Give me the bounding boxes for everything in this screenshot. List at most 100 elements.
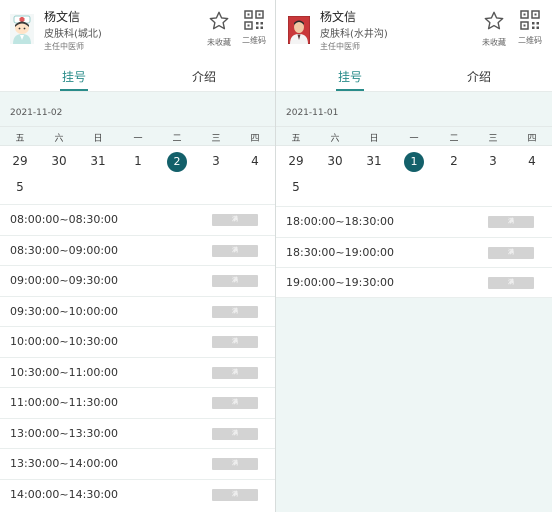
weekday-label: 二 [172, 134, 182, 144]
calendar-day[interactable]: 1 [118, 150, 158, 172]
doctor-title: 主任中医师 [320, 42, 360, 51]
slot-time: 10:00:00~10:30:00 [10, 335, 119, 348]
tab-register[interactable]: 挂号 [62, 68, 86, 85]
calendar-day[interactable]: 30 [315, 150, 355, 172]
selected-date: 2021-11-01 [276, 100, 552, 126]
full-button[interactable]: 满 [212, 366, 258, 379]
qrcode-icon [244, 10, 264, 30]
time-slot-row: 10:00:00~10:30:00 满 [0, 326, 275, 357]
qrcode-label: 二维码 [242, 36, 266, 45]
time-slot-row: 13:00:00~13:30:00 满 [0, 417, 275, 448]
full-button[interactable]: 满 [212, 458, 258, 470]
weekday-label: 四 [250, 134, 260, 144]
favorite-label: 未收藏 [482, 38, 506, 47]
slot-time: 09:00:00~09:30:00 [10, 274, 119, 287]
weekday-label: 一 [409, 134, 419, 144]
slot-time: 08:30:00~09:00:00 [10, 243, 119, 257]
weekday-label: 五 [15, 134, 25, 144]
slot-time: 13:30:00~14:00:00 [10, 457, 119, 470]
calendar-day[interactable]: 31 [78, 150, 118, 172]
slot-time: 10:30:00~11:00:00 [10, 365, 119, 379]
calendar-day[interactable]: 29 [0, 150, 40, 172]
full-button[interactable]: 满 [212, 336, 258, 348]
weekday-label: 五 [291, 134, 301, 144]
calendar-day[interactable]: 5 [0, 176, 40, 198]
schedule-panel-left: 杨文信 皮肤科(城北) 主任中医师 未收藏 二维码 挂号 介绍 2021-11-… [0, 0, 275, 512]
full-button[interactable]: 满 [488, 216, 534, 228]
weekday-label: 三 [488, 134, 498, 144]
doctor-department: 皮肤科(水井沟) [320, 29, 388, 40]
calendar: 五 六 日 一 二 三 四 29 30 31 1 2 3 4 5 [276, 126, 552, 206]
slot-time: 14:00:00~14:30:00 [10, 487, 119, 501]
calendar-day[interactable]: 5 [276, 176, 316, 198]
calendar-day[interactable]: 31 [354, 150, 394, 172]
calendar-day[interactable]: 29 [276, 150, 316, 172]
weekday-label: 日 [369, 134, 379, 144]
tab-intro[interactable]: 介绍 [467, 68, 491, 85]
calendar-day-selected[interactable]: 2 [157, 150, 197, 172]
weekday-label: 一 [133, 134, 143, 144]
tab-intro[interactable]: 介绍 [192, 68, 216, 85]
calendar-day[interactable]: 3 [473, 150, 513, 172]
tab-register[interactable]: 挂号 [338, 68, 362, 85]
weekday-label: 三 [211, 134, 221, 144]
doctor-title: 主任中医师 [44, 42, 84, 51]
calendar-day[interactable]: 3 [196, 150, 236, 172]
favorite-label: 未收藏 [207, 38, 231, 47]
time-slot-row: 18:30:00~19:00:00 满 [276, 236, 552, 267]
weekday-header: 五 六 日 一 二 三 四 [0, 126, 275, 146]
time-slot-row: 09:00:00~09:30:00 满 [0, 265, 275, 296]
full-button[interactable]: 满 [212, 214, 258, 226]
full-button[interactable]: 满 [212, 305, 258, 318]
selected-date: 2021-11-02 [0, 100, 275, 126]
calendar-day[interactable]: 2 [434, 150, 474, 172]
time-slot-row: 08:30:00~09:00:00 满 [0, 234, 275, 265]
weekday-label: 四 [527, 134, 537, 144]
weekday-header: 五 六 日 一 二 三 四 [276, 126, 552, 146]
calendar-day[interactable]: 4 [512, 150, 552, 172]
full-button[interactable]: 满 [488, 277, 534, 289]
doctor-department: 皮肤科(城北) [44, 29, 102, 40]
slot-time: 18:30:00~19:00:00 [286, 245, 395, 259]
tab-bar: 挂号 介绍 [276, 62, 552, 92]
slot-list: 18:00:00~18:30:00 满 18:30:00~19:00:00 满 19… [276, 206, 552, 298]
time-slot-row: 08:00:00~08:30:00 满 [0, 204, 275, 235]
calendar-day[interactable]: 4 [235, 150, 275, 172]
doctor-photo-icon [288, 16, 312, 46]
time-slot-row: 18:00:00~18:30:00 满 [276, 206, 552, 237]
calendar-day-selected[interactable]: 1 [394, 150, 434, 172]
slot-time: 19:00:00~19:30:00 [286, 276, 395, 289]
doctor-header: 杨文信 皮肤科(城北) 主任中医师 未收藏 二维码 [0, 0, 275, 62]
full-button[interactable]: 满 [212, 244, 258, 257]
qrcode-button[interactable]: 二维码 [238, 10, 270, 46]
calendar: 五 六 日 一 二 三 四 29 30 31 1 2 3 4 5 [0, 126, 275, 204]
time-slot-row: 19:00:00~19:30:00 满 [276, 267, 552, 298]
slot-list: 08:00:00~08:30:00 满 08:30:00~09:00:00 满 09… [0, 204, 275, 509]
time-slot-row: 14:00:00~14:30:00 满 [0, 478, 275, 509]
calendar-day[interactable]: 30 [39, 150, 79, 172]
full-button[interactable]: 满 [488, 246, 534, 259]
doctor-header: 杨文信 皮肤科(水井沟) 主任中医师 未收藏 二维码 [276, 0, 552, 62]
full-button[interactable]: 满 [212, 275, 258, 287]
weekday-label: 日 [93, 134, 103, 144]
time-slot-row: 09:30:00~10:00:00 满 [0, 295, 275, 326]
star-outline-icon [209, 11, 229, 30]
favorite-button[interactable]: 未收藏 [203, 10, 235, 48]
full-button[interactable]: 满 [212, 397, 258, 409]
slot-time: 18:00:00~18:30:00 [286, 215, 395, 228]
weekday-label: 六 [54, 134, 64, 144]
nurse-avatar-icon [10, 14, 34, 44]
qrcode-label: 二维码 [518, 36, 542, 45]
favorite-button[interactable]: 未收藏 [478, 10, 510, 48]
time-slot-row: 13:30:00~14:00:00 满 [0, 448, 275, 479]
full-button[interactable]: 满 [212, 427, 258, 440]
slot-time: 11:00:00~11:30:00 [10, 396, 119, 409]
active-tab-underline [60, 89, 88, 91]
slot-time: 13:00:00~13:30:00 [10, 426, 119, 440]
weekday-label: 二 [449, 134, 459, 144]
doctor-name: 杨文信 [320, 10, 357, 24]
weekday-label: 六 [330, 134, 340, 144]
qrcode-button[interactable]: 二维码 [514, 10, 546, 46]
tab-bar: 挂号 介绍 [0, 62, 275, 92]
full-button[interactable]: 满 [212, 488, 258, 501]
